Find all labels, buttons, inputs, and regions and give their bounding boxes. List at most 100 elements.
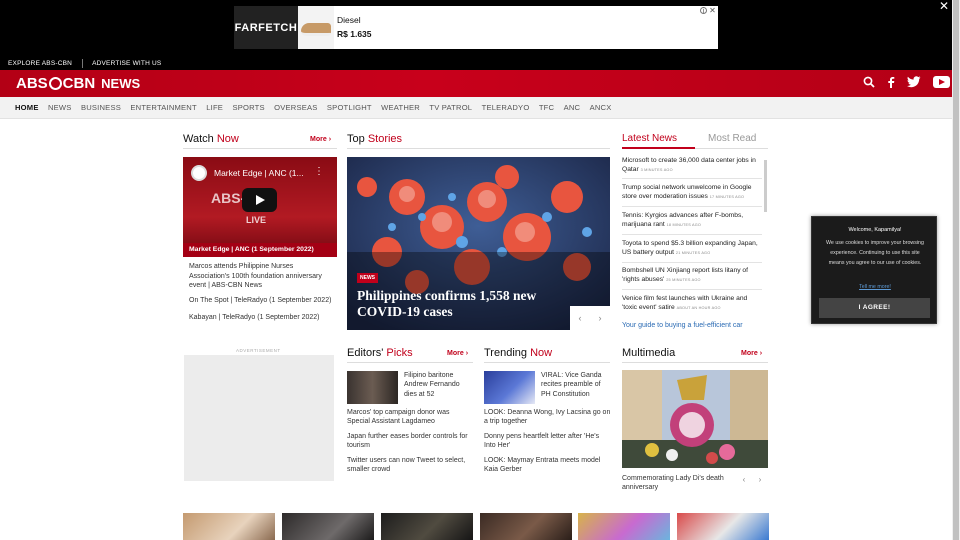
bottom-thumbnail[interactable] — [381, 513, 473, 540]
trending-lead-thumbnail[interactable] — [484, 371, 535, 404]
nav-item-tv-patrol[interactable]: TV PATROL — [429, 103, 472, 112]
active-tab-indicator — [622, 147, 695, 149]
ad-close-icon[interactable]: ✕ — [709, 7, 716, 15]
ad-banner[interactable]: FARFETCH Diesel R$ 1.635 i ✕ — [234, 6, 718, 49]
ad-controls: i ✕ — [700, 7, 716, 15]
watch-list-item[interactable]: Marcos attends Philippine Nurses Associa… — [189, 262, 334, 291]
trending-lead-headline[interactable]: VIRAL: Vice Ganda recites preamble of PH… — [541, 371, 611, 399]
editors-more-link[interactable]: More › — [447, 350, 468, 357]
nav-item-tfc[interactable]: TFC — [539, 103, 554, 112]
ad-label: ADVERTISEMENT — [236, 348, 281, 353]
multimedia-caption[interactable]: Commemorating Lady Di's death anniversar… — [622, 474, 734, 493]
nav-item-sports[interactable]: SPORTS — [232, 103, 264, 112]
editors-picks-title: Editors' Picks — [347, 347, 413, 359]
search-icon[interactable] — [863, 76, 875, 88]
divider — [622, 234, 762, 235]
close-icon[interactable]: ✕ — [939, 0, 949, 13]
latest-timestamp: 18 MINUTES AGO — [666, 223, 702, 228]
chevron-left-icon[interactable]: ‹ — [738, 474, 750, 486]
divider — [622, 362, 768, 363]
nav-item-home[interactable]: HOME — [15, 103, 39, 112]
nav-item-spotlight[interactable]: SPOTLIGHT — [327, 103, 372, 112]
nav-item-weather[interactable]: WEATHER — [381, 103, 420, 112]
latest-item[interactable]: Tennis: Kyrgios advances after F-bombs, … — [622, 211, 764, 231]
bottom-thumbnail[interactable] — [183, 513, 275, 540]
ad-info-icon[interactable]: i — [700, 7, 707, 15]
editors-lead-thumbnail[interactable] — [347, 371, 398, 404]
twitter-icon[interactable] — [907, 76, 921, 88]
nav-item-anc[interactable]: ANC — [564, 103, 581, 112]
multimedia-image[interactable] — [622, 370, 768, 468]
divider — [622, 206, 762, 207]
bottom-thumbnail[interactable] — [578, 513, 670, 540]
category-tag: NEWS — [357, 273, 378, 283]
explore-link[interactable]: EXPLORE ABS-CBN — [8, 60, 72, 67]
header-icons — [863, 76, 952, 88]
facebook-icon[interactable] — [887, 76, 895, 88]
nav-item-overseas[interactable]: OVERSEAS — [274, 103, 317, 112]
multimedia-more-link[interactable]: More › — [741, 350, 762, 357]
editors-item[interactable]: Twitter users can now Tweet to select, s… — [347, 456, 473, 475]
trending-title-b: Now — [530, 347, 553, 359]
trending-now-title: Trending Now — [484, 347, 552, 359]
chevron-right-icon: › — [465, 350, 469, 357]
youtube-icon[interactable] — [933, 76, 950, 88]
nav-item-entertainment[interactable]: ENTERTAINMENT — [130, 103, 196, 112]
watch-list-item[interactable]: On The Spot | TeleRadyo (1 September 202… — [189, 296, 334, 306]
chevron-right-icon: › — [759, 350, 763, 357]
nav-item-teleradyo[interactable]: TELERADYO — [482, 103, 530, 112]
latest-item[interactable]: Venice film fest launches with Ukraine a… — [622, 294, 764, 314]
editors-item[interactable]: Marcos' top campaign donor was Special A… — [347, 408, 473, 427]
ad-placeholder[interactable] — [184, 355, 334, 481]
trending-item[interactable]: LOOK: Deanna Wong, Ivy Lacsina go on a t… — [484, 408, 612, 427]
tab-latest-news[interactable]: Latest News — [622, 133, 677, 144]
logo-mark-icon — [48, 77, 62, 90]
tab-most-read[interactable]: Most Read — [708, 133, 756, 144]
main-nav: HOME NEWS BUSINESS ENTERTAINMENT LIFE SP… — [0, 97, 952, 119]
video-player[interactable]: Market Edge | ANC (1... ⋮ ABS-CBN LIVE M… — [183, 157, 337, 257]
scrollbar-thumb[interactable] — [953, 0, 959, 540]
latest-item[interactable]: Microsoft to create 36,000 data center j… — [622, 156, 764, 176]
hero-headline[interactable]: Philippines confirms 1,558 new COVID-19 … — [357, 288, 572, 320]
latest-item[interactable]: Trump social network unwelcome in Google… — [622, 183, 764, 203]
chevron-left-icon[interactable]: ‹ — [570, 306, 590, 330]
editors-lead-headline[interactable]: Filipino baritone Andrew Fernando dies a… — [404, 371, 474, 399]
watch-list-item[interactable]: Kabayan | TeleRadyo (1 September 2022) — [189, 313, 334, 323]
nav-item-news[interactable]: NEWS — [48, 103, 72, 112]
site-logo[interactable]: ABS CBN NEWS — [16, 75, 140, 92]
top-title-a: Top — [347, 133, 365, 145]
bottom-thumbnail[interactable] — [480, 513, 572, 540]
top-story-hero[interactable]: NEWS Philippines confirms 1,558 new COVI… — [347, 157, 610, 330]
trending-item[interactable]: Donny pens heartfelt letter after 'He's … — [484, 432, 612, 451]
watch-more-label: More — [310, 136, 327, 143]
bottom-thumbnail[interactable] — [282, 513, 374, 540]
bottom-thumbnail[interactable] — [677, 513, 769, 540]
divider — [82, 58, 84, 68]
memorial-photo — [622, 370, 768, 468]
latest-item[interactable]: Toyota to spend $5.3 billion expanding J… — [622, 239, 764, 259]
ad-product-image — [298, 6, 334, 49]
page-scrollbar[interactable] — [952, 0, 960, 540]
utility-bar: EXPLORE ABS-CBN ADVERTISE WITH US — [0, 56, 960, 70]
cookie-more-link[interactable]: Tell me more! — [812, 284, 938, 290]
fuel-guide-link[interactable]: Your guide to buying a fuel-efficient ca… — [622, 322, 743, 329]
latest-item[interactable]: Bombshell UN Xinjiang report lists litan… — [622, 266, 764, 286]
editors-item[interactable]: Japan further eases border controls for … — [347, 432, 473, 451]
latest-scrollbar[interactable] — [764, 160, 767, 212]
editors-title-b: Picks — [386, 347, 413, 359]
multimedia-more-label: More — [741, 350, 758, 357]
chevron-right-icon[interactable]: › — [590, 306, 610, 330]
hero-carousel-controls: ‹ › — [570, 306, 610, 330]
play-icon[interactable] — [242, 188, 277, 212]
chevron-right-icon[interactable]: › — [754, 474, 766, 486]
cookie-agree-button[interactable]: I AGREE! — [819, 298, 930, 318]
advertise-link[interactable]: ADVERTISE WITH US — [92, 60, 161, 67]
nav-item-life[interactable]: LIFE — [206, 103, 223, 112]
trending-item[interactable]: LOOK: Maymay Entrata meets model Kaia Ge… — [484, 456, 612, 475]
watch-now-title: Watch Now — [183, 133, 239, 145]
watch-more-link[interactable]: More › — [310, 136, 331, 143]
nav-item-business[interactable]: BUSINESS — [81, 103, 121, 112]
latest-tabs: Latest News Most Read — [622, 133, 768, 148]
more-options-icon[interactable]: ⋮ — [314, 166, 324, 177]
nav-item-ancx[interactable]: ANCX — [590, 103, 612, 112]
